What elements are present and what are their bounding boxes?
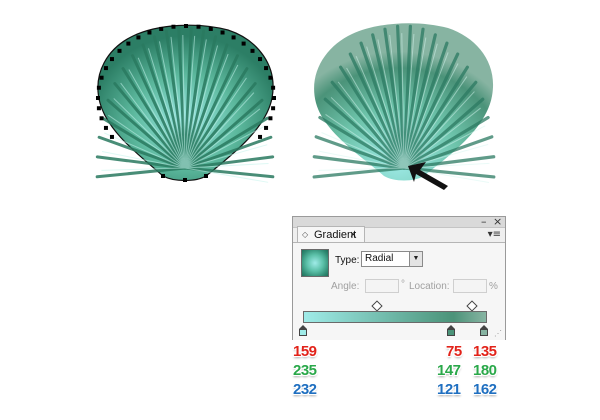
right-stop-blue: 162 xyxy=(473,381,497,398)
chevron-down-icon[interactable]: ▼ xyxy=(409,251,423,267)
tab-close-button[interactable]: × xyxy=(350,227,356,243)
middle-stop-blue: 121 xyxy=(437,381,461,398)
location-input[interactable] xyxy=(453,279,487,293)
close-panel-button[interactable]: × xyxy=(493,215,502,228)
gradient-stop-left[interactable] xyxy=(299,325,307,336)
panel-content: Type: Radial ▼ Angle: ° Location: % ⋰ xyxy=(293,242,505,340)
type-select[interactable]: Radial ▼ xyxy=(361,251,423,267)
location-label: Location: xyxy=(409,281,450,292)
gradient-preview-swatch[interactable] xyxy=(301,249,329,277)
left-stop-green: 235 xyxy=(293,362,317,379)
angle-label: Angle: xyxy=(331,281,360,292)
right-stop-green: 180 xyxy=(473,362,497,379)
type-label: Type: xyxy=(335,255,360,266)
type-value: Radial xyxy=(365,253,394,264)
stop-left-swatch xyxy=(299,329,307,336)
shell-selected[interactable] xyxy=(88,18,288,188)
panel-menu-icon[interactable]: ▾≡ xyxy=(488,229,501,240)
left-stop-red: 159 xyxy=(293,343,317,360)
angle-input[interactable] xyxy=(365,279,399,293)
midpoint-diamond-right[interactable] xyxy=(466,300,478,312)
left-stop-blue: 232 xyxy=(293,381,317,398)
middle-stop-red: 75 xyxy=(446,343,462,360)
pointer-arrow-icon xyxy=(408,162,448,190)
angle-unit: ° xyxy=(401,279,405,290)
tab-arrows-icon: ◇ xyxy=(302,230,309,239)
stop-right-swatch xyxy=(480,329,488,336)
location-unit: % xyxy=(489,281,498,292)
resize-grip-icon[interactable]: ⋰ xyxy=(494,329,502,338)
minimize-button[interactable]: – xyxy=(481,215,487,228)
gradient-stop-right[interactable] xyxy=(480,325,488,336)
midpoint-diamond-left[interactable] xyxy=(371,300,383,312)
gradient-slider-bar[interactable] xyxy=(303,311,487,323)
stop-middle-swatch xyxy=(447,329,455,336)
right-stop-red: 135 xyxy=(473,343,497,360)
gradient-stop-middle[interactable] xyxy=(447,325,455,336)
tab-gradient[interactable]: ◇ Gradient × xyxy=(297,226,365,243)
middle-stop-green: 147 xyxy=(437,362,461,379)
gradient-panel: – × ◇ Gradient × ▾≡ Type: Radial ▼ Angle… xyxy=(292,215,506,340)
